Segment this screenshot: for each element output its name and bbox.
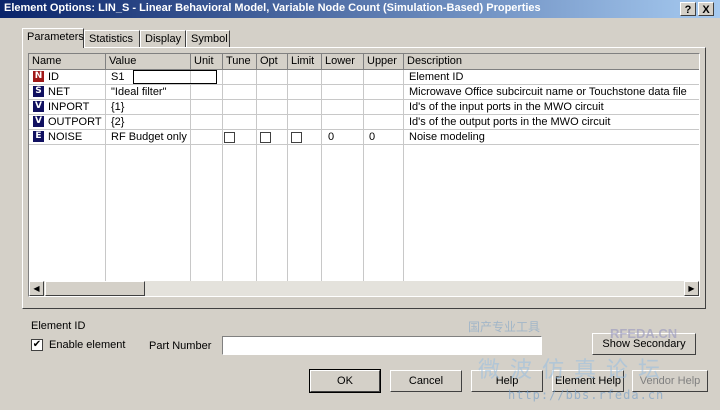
table-row[interactable]: N ID S1 Element ID (29, 70, 699, 85)
window-title: Element Options: LIN_S - Linear Behavior… (4, 2, 541, 14)
enable-element-label: Enable element (49, 339, 126, 351)
param-type-icon: V (33, 116, 44, 127)
col-header-upper[interactable]: Upper (364, 54, 404, 70)
param-name: NET (48, 86, 70, 98)
table-row[interactable]: V OUTPORT {2} Id's of the output ports i… (29, 115, 699, 130)
tab-display[interactable]: Display (140, 30, 186, 47)
element-help-button[interactable]: Element Help (552, 370, 624, 392)
param-type-icon: E (33, 131, 44, 142)
param-name: INPORT (48, 101, 90, 113)
col-header-unit[interactable]: Unit (191, 54, 223, 70)
help-button[interactable]: Help (471, 370, 543, 392)
element-id-label: Element ID (31, 320, 86, 332)
show-secondary-button[interactable]: Show Secondary (592, 333, 696, 355)
scroll-left-icon[interactable]: ◀ (29, 281, 44, 296)
table-row[interactable]: E NOISE RF Budget only 0 0 Noise modelin… (29, 130, 699, 145)
param-description: Microwave Office subcircuit name or Touc… (409, 86, 687, 98)
col-header-opt[interactable]: Opt (257, 54, 288, 70)
param-description: Id's of the output ports in the MWO circ… (409, 116, 611, 128)
tab-parameters[interactable]: Parameters (22, 28, 84, 48)
param-description: Noise modeling (409, 131, 485, 143)
scroll-thumb[interactable] (45, 281, 145, 296)
cancel-button[interactable]: Cancel (390, 370, 462, 392)
param-name: OUTPORT (48, 116, 102, 128)
col-header-description[interactable]: Description (404, 54, 699, 70)
col-header-lower[interactable]: Lower (322, 54, 364, 70)
param-description: Id's of the input ports in the MWO circu… (409, 101, 604, 113)
help-title-button[interactable]: ? (680, 2, 696, 16)
col-header-value[interactable]: Value (106, 54, 191, 70)
param-type-icon: N (33, 71, 44, 82)
param-name: NOISE (48, 131, 83, 143)
param-type-icon: S (33, 86, 44, 97)
table-row[interactable]: V INPORT {1} Id's of the input ports in … (29, 100, 699, 115)
param-name: ID (48, 71, 59, 83)
col-header-limit[interactable]: Limit (288, 54, 322, 70)
param-upper[interactable]: 0 (369, 131, 375, 143)
param-value[interactable]: {1} (111, 101, 124, 113)
table-row[interactable]: S NET "Ideal filter" Microwave Office su… (29, 85, 699, 100)
col-header-name[interactable]: Name (29, 54, 106, 70)
tab-symbol[interactable]: Symbol (186, 30, 230, 47)
grid-header: Name Value Unit Tune Opt Limit Lower Upp… (29, 54, 699, 70)
param-lower[interactable]: 0 (328, 131, 334, 143)
ok-button[interactable]: OK (309, 369, 381, 393)
part-number-label: Part Number (149, 340, 212, 352)
col-header-tune[interactable]: Tune (223, 54, 257, 70)
param-type-icon: V (33, 101, 44, 112)
close-title-button[interactable]: X (698, 2, 714, 16)
param-value[interactable]: S1 (111, 71, 124, 83)
horizontal-scrollbar[interactable]: ◀ ▶ (29, 281, 699, 296)
param-value[interactable]: RF Budget only (111, 131, 187, 143)
value-edit-box[interactable] (133, 70, 217, 84)
param-value[interactable]: "Ideal filter" (111, 86, 167, 98)
part-number-input[interactable] (222, 336, 542, 355)
vendor-help-button[interactable]: Vendor Help (632, 370, 708, 392)
tab-statistics[interactable]: Statistics (84, 30, 140, 47)
param-description: Element ID (409, 71, 464, 83)
parameters-grid: Name Value Unit Tune Opt Limit Lower Upp… (28, 53, 700, 297)
limit-checkbox[interactable] (291, 132, 302, 143)
tune-checkbox[interactable] (224, 132, 235, 143)
scroll-right-icon[interactable]: ▶ (684, 281, 699, 296)
param-value[interactable]: {2} (111, 116, 124, 128)
opt-checkbox[interactable] (260, 132, 271, 143)
enable-element-checkbox[interactable]: ✔ (31, 339, 43, 351)
title-bar: Element Options: LIN_S - Linear Behavior… (0, 0, 720, 18)
watermark-subtitle: 国产专业工具 (468, 320, 541, 334)
